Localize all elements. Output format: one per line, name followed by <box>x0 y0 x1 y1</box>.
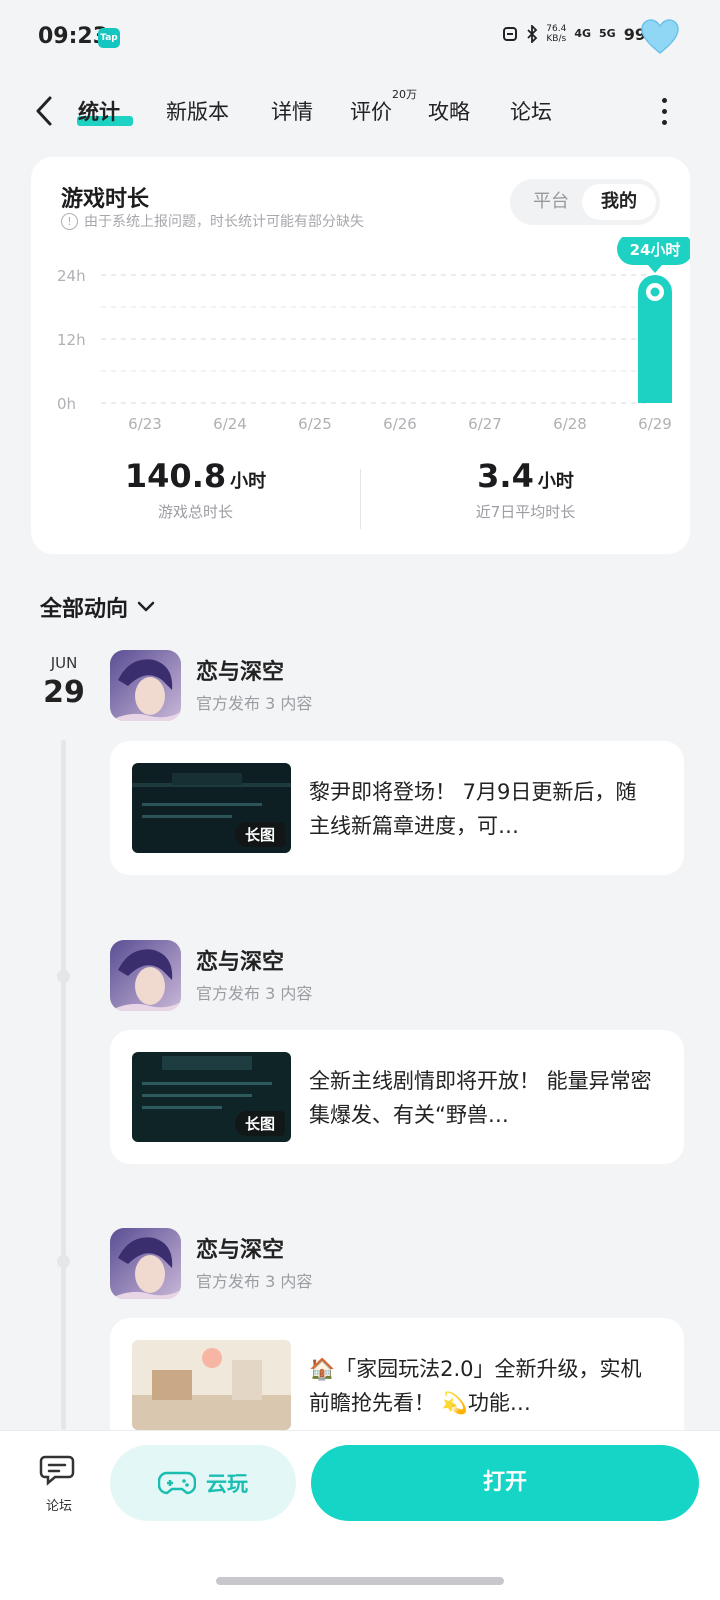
chart-tooltip-label: 24小时 <box>630 241 681 259</box>
status-bar: 09:23 Tap 76.4KB/s 4G 5G 99% <box>0 0 720 70</box>
post-text: 全新主线剧情即将开放！ 能量异常密集爆发、有关“野兽… <box>309 1069 652 1127</box>
total-play-time: 140.8 小时 游戏总时长 <box>124 457 267 521</box>
y-tick-label: 0h <box>57 395 76 413</box>
tap-app-badge: Tap <box>98 28 120 48</box>
tab-stats[interactable]: 统计 <box>78 96 120 126</box>
cloud-play-button[interactable]: 云玩 <box>110 1445 296 1521</box>
activity-filter-dropdown[interactable]: 全部动向 <box>40 591 156 623</box>
bar-marker-inner <box>650 287 660 297</box>
post-thumbnail: 长图 <box>132 763 291 853</box>
home-indicator <box>216 1577 504 1585</box>
play-time-card: 游戏时长 ! 由于系统上报问题，时长统计可能有部分缺失 平台 我的 0h 12h 2… <box>31 157 690 554</box>
y-tick-label: 24h <box>57 267 86 285</box>
chart-bar <box>298 401 332 403</box>
long-image-tag: 长图 <box>234 1111 285 1136</box>
post-header[interactable]: 恋与深空 官方发布 3 内容 <box>110 1228 670 1299</box>
chart-bar <box>128 401 162 403</box>
tab-details[interactable]: 详情 <box>271 96 313 126</box>
tab-new-version[interactable]: 新版本 <box>166 96 229 126</box>
nfc-icon <box>503 27 518 41</box>
post-author: 恋与深空 <box>196 1238 285 1263</box>
post-text: 黎尹即将登场！ 7月9日更新后，随主线新篇章进度，可… <box>309 780 637 838</box>
x-tick-label: 6/24 <box>213 415 247 433</box>
net-speed: 76.4 KB/s <box>546 24 567 44</box>
toggle-platform[interactable]: 平台 <box>514 184 588 220</box>
play-time-chart: 0h 12h 24h 6/23 6/24 6/25 6/26 6/27 6/28 24小时 6/29 <box>57 237 690 433</box>
x-tick-label: 6/23 <box>128 415 162 433</box>
chart-tooltip-pointer <box>648 265 662 273</box>
post-header[interactable]: 恋与深空 官方发布 3 内容 <box>110 650 670 721</box>
status-indicators: 76.4KB/s 4G 5G 99% <box>502 24 662 44</box>
timeline-dot <box>57 1255 70 1268</box>
date-day: 29 <box>43 675 85 710</box>
x-tick-label: 6/25 <box>298 415 332 433</box>
chart-bar-base <box>638 292 672 403</box>
game-avatar <box>110 1228 181 1299</box>
post-meta: 官方发布 3 内容 <box>196 1272 313 1291</box>
post-meta: 官方发布 3 内容 <box>196 694 313 713</box>
y-tick-label: 12h <box>57 331 86 349</box>
avg-play-time: 3.4 小时 近7日平均时长 <box>475 457 576 521</box>
timeline-dot <box>57 970 70 983</box>
game-avatar <box>110 940 181 1011</box>
post-text: 🏠「家园玩法2.0」全新升级，实机前瞻抢先看！ 💫功能… <box>309 1357 642 1415</box>
post-author: 恋与深空 <box>196 950 285 975</box>
card-title: 游戏时长 <box>61 187 150 212</box>
long-image-tag: 长图 <box>234 822 285 847</box>
post-thumbnail: 长图 <box>132 1052 291 1142</box>
forum-button[interactable]: 论坛 <box>36 1453 82 1514</box>
platform-mine-toggle: 平台 我的 <box>510 179 660 225</box>
bottom-action-bar: 论坛 云玩 打开 <box>0 1430 720 1600</box>
signal-4g: 4G <box>574 27 592 40</box>
timeline-line <box>61 740 66 1430</box>
tab-guides[interactable]: 攻略 <box>428 96 470 126</box>
x-tick-label: 6/26 <box>383 415 417 433</box>
top-tab-bar: 统计 新版本 详情 评价 20万 攻略 论坛 <box>0 80 720 140</box>
back-arrow-icon[interactable] <box>30 94 60 128</box>
open-game-button[interactable]: 打开 <box>311 1445 699 1521</box>
more-vertical-icon[interactable] <box>660 98 668 126</box>
toggle-mine[interactable]: 我的 <box>582 184 656 220</box>
post-author: 恋与深空 <box>196 660 285 685</box>
chart-bar <box>213 401 247 403</box>
x-tick-label: 6/29 <box>638 415 672 433</box>
post-card[interactable]: 长图 黎尹即将登场！ 7月9日更新后，随主线新篇章进度，可… <box>110 741 684 875</box>
signal-5g: 5G <box>599 27 616 40</box>
date-month: JUN <box>50 654 78 672</box>
post-meta: 官方发布 3 内容 <box>196 984 313 1003</box>
game-avatar <box>110 650 181 721</box>
post-header[interactable]: 恋与深空 官方发布 3 内容 <box>110 940 670 1011</box>
chevron-down-icon <box>137 601 155 612</box>
tab-forum[interactable]: 论坛 <box>510 96 552 126</box>
x-tick-label: 6/27 <box>468 415 502 433</box>
tab-reviews[interactable]: 评价 <box>350 96 392 126</box>
heart-icon <box>641 19 679 54</box>
gamepad-icon <box>158 1471 196 1495</box>
chart-bar <box>468 401 502 403</box>
stats-notice: ! 由于系统上报问题，时长统计可能有部分缺失 <box>61 211 364 231</box>
info-icon: ! <box>61 212 78 230</box>
chart-bar <box>553 401 587 403</box>
x-tick-label: 6/28 <box>553 415 587 433</box>
bluetooth-icon <box>527 25 538 43</box>
post-card[interactable]: 长图 全新主线剧情即将开放！ 能量异常密集爆发、有关“野兽… <box>110 1030 684 1164</box>
chart-bar <box>383 401 417 403</box>
chat-bubble-icon <box>39 1455 75 1486</box>
reviews-count-badge: 20万 <box>392 88 417 101</box>
post-thumbnail <box>132 1340 291 1430</box>
